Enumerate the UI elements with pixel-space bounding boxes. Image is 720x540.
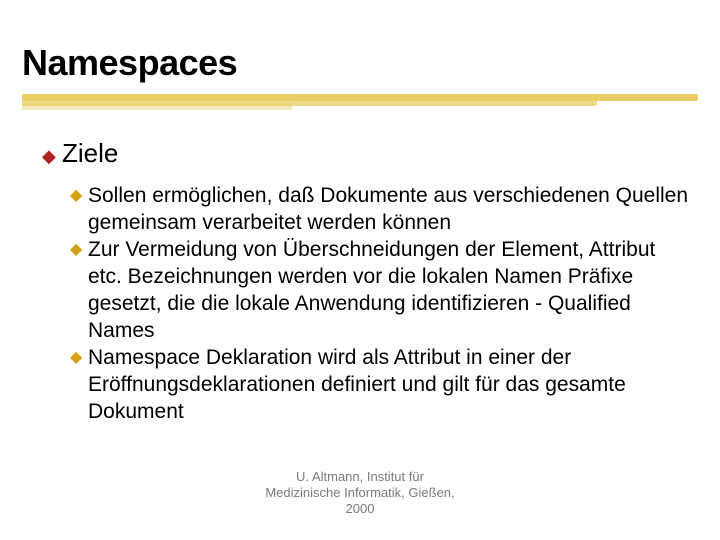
bullet-level2-text: Sollen ermöglichen, daß Dokumente aus ve…: [88, 182, 690, 236]
bullet-level2: ◆ Namespace Deklaration wird als Attribu…: [70, 344, 690, 425]
underline-stroke: [22, 103, 292, 110]
bullet-icon: ◆: [70, 182, 88, 209]
bullet-level2-group: ◆ Sollen ermöglichen, daß Dokumente aus …: [70, 182, 690, 425]
footer-attribution: U. Altmann, Institut für Medizinische In…: [210, 469, 510, 517]
bullet-icon: ◆: [70, 344, 88, 371]
footer-line: 2000: [210, 501, 510, 517]
bullet-level2: ◆ Zur Vermeidung von Überschneidungen de…: [70, 236, 690, 344]
slide: Namespaces ◆ Ziele ◆ Sollen ermöglichen,…: [0, 0, 720, 540]
bullet-level1: ◆ Ziele: [42, 138, 690, 170]
bullet-level1-text: Ziele: [62, 138, 118, 168]
title-underline: [22, 94, 698, 108]
footer-line: U. Altmann, Institut für: [210, 469, 510, 485]
slide-title: Namespaces: [22, 42, 237, 84]
bullet-icon: ◆: [42, 142, 62, 170]
bullet-level2: ◆ Sollen ermöglichen, daß Dokumente aus …: [70, 182, 690, 236]
bullet-level2-text: Zur Vermeidung von Überschneidungen der …: [88, 236, 690, 344]
content-area: ◆ Ziele ◆ Sollen ermöglichen, daß Dokume…: [42, 138, 690, 425]
bullet-level2-text: Namespace Deklaration wird als Attribut …: [88, 344, 690, 425]
footer-line: Medizinische Informatik, Gießen,: [210, 485, 510, 501]
bullet-icon: ◆: [70, 236, 88, 263]
